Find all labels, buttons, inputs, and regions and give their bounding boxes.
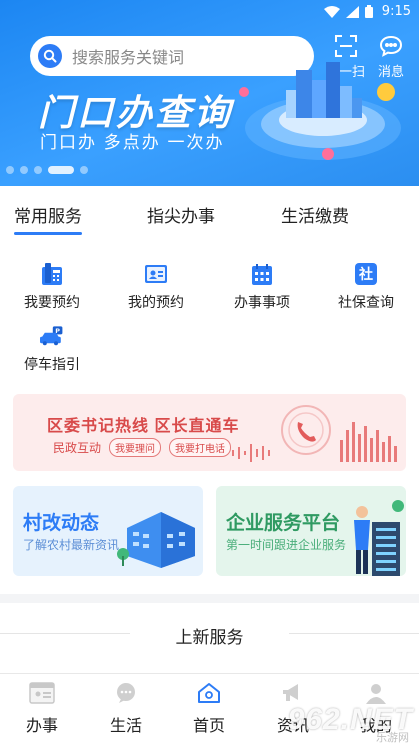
hotline-pill[interactable]: 我要打电话 [169,438,232,457]
status-time: 9:15 [381,4,411,19]
card-subtitle: 第一时间跟进企业服务 [226,538,347,552]
search-input[interactable]: 搜索服务关键词 [72,44,184,68]
hotline-banner[interactable]: 区委书记热线 区长直通车 民政互动 我要理问 我要打电话 [13,394,406,471]
hotline-title: 区委书记热线 区长直通车 [47,418,240,435]
city-platform-illustration [239,62,401,160]
service-item-appointment[interactable]: 我要预约 [7,262,97,312]
service-label: 停车指引 [24,356,80,372]
scan-icon [334,35,357,57]
service-tabs: 常用服务 指尖办事 生活缴费 [0,202,419,236]
card-title: 企业服务平台 [226,513,341,534]
parking-car-icon: P [40,324,64,348]
nav-item-life[interactable]: 生活 [86,682,166,736]
nav-item-home[interactable]: 首页 [169,682,249,736]
tab-fingertip-services[interactable]: 指尖办事 [147,202,215,227]
service-item-affairs[interactable]: 办事事项 [217,262,307,312]
calendar-icon [250,262,274,286]
service-label: 办事事项 [234,294,290,310]
home-icon [198,683,220,703]
phone-waveform-decoration [232,405,397,462]
section-title: 上新服务 [175,628,244,647]
phone-icon [40,262,64,286]
id-card-icon [144,262,168,286]
building-illustration [117,512,195,568]
status-bar: 9:15 [0,0,419,24]
wifi-icon [324,5,340,18]
service-label: 社保查询 [338,294,394,310]
chat-bubble-icon [117,683,135,703]
carousel-dot[interactable] [34,166,42,174]
service-label: 我的预约 [128,294,184,310]
hotline-tag: 民政互动 [53,441,102,455]
carousel-dot[interactable] [20,166,28,174]
site-watermark-sub: 乐游网 [376,732,409,744]
user-icon [366,684,386,704]
services-panel: 常用服务 指尖办事 生活缴费 我要预约 我的预约 办事事项 社 社保查询 P 停… [0,186,419,594]
carousel-indicator[interactable] [6,166,88,174]
village-news-card[interactable]: 村改动态 了解农村最新资讯 [13,486,203,576]
server-rack-illustration [354,500,404,576]
social-security-icon: 社 [354,262,378,286]
status-icons [324,5,373,18]
carousel-dot[interactable] [6,166,14,174]
card-title: 村改动态 [23,513,100,534]
search-icon [38,44,62,68]
service-label: 我要预约 [24,294,80,310]
hotline-pill[interactable]: 我要理问 [109,438,162,457]
bottom-navigation: 办事 生活 首页 资讯 我的 962.NET 乐游网 [0,673,419,745]
service-item-parking[interactable]: P 停车指引 [7,324,97,374]
service-item-my-appointments[interactable]: 我的预约 [111,262,201,312]
divider [289,633,419,634]
carousel-dot[interactable] [80,166,88,174]
battery-icon [365,5,373,18]
nav-label: 首页 [192,718,225,735]
new-services-section: 上新服务 [0,603,419,673]
service-item-social-security[interactable]: 社 社保查询 [321,262,411,312]
banner-subtitle: 门口办 多点办 一次办 [40,133,225,152]
top-banner[interactable]: 9:15 搜索服务关键词 扫一扫 消息 门口办查询 门口办 多点办 一次办 [0,0,419,186]
window-icon [29,682,55,704]
tab-common-services[interactable]: 常用服务 [14,202,82,235]
message-icon [379,35,403,57]
nav-item-affairs[interactable]: 办事 [2,682,82,736]
nav-label: 办事 [25,718,58,735]
carousel-dot-active[interactable] [48,166,74,174]
hotline-row: 民政互动 我要理问 我要打电话 [53,438,232,457]
megaphone-icon [283,684,298,701]
enterprise-platform-card[interactable]: 企业服务平台 第一时间跟进企业服务 [216,486,406,576]
svg-text:社: 社 [358,266,373,283]
nav-label: 生活 [109,718,142,735]
tab-utility-payments[interactable]: 生活缴费 [281,202,349,227]
signal-icon [346,5,359,18]
card-subtitle: 了解农村最新资讯 [23,538,120,552]
